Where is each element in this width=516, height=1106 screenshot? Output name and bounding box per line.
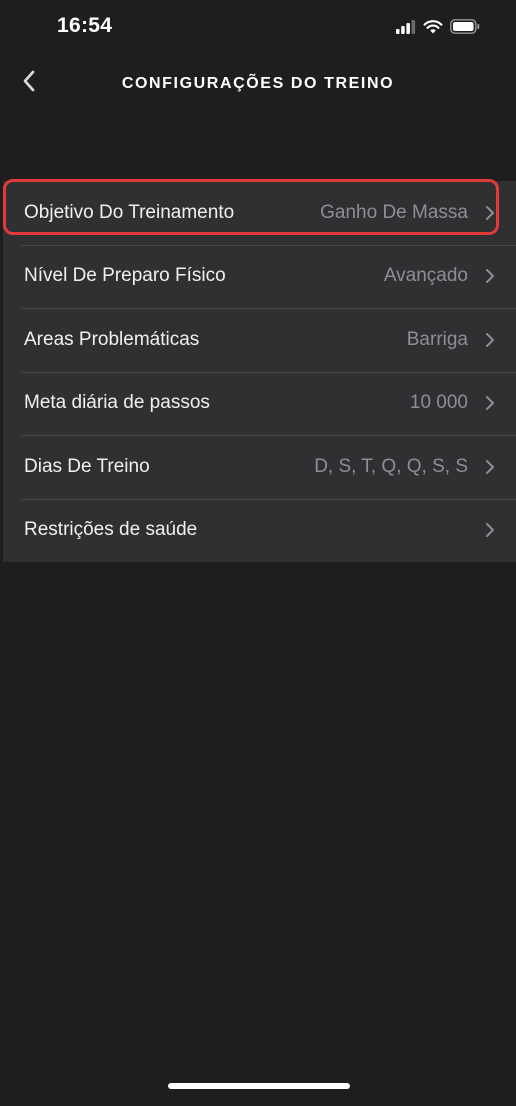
home-indicator[interactable] bbox=[168, 1083, 350, 1089]
chevron-right-icon bbox=[483, 393, 497, 413]
battery-icon bbox=[450, 19, 480, 39]
chevron-right-icon bbox=[483, 520, 497, 540]
chevron-right-icon bbox=[483, 457, 497, 477]
setting-value: D, S, T, Q, Q, S, S bbox=[314, 455, 468, 477]
setting-value: 10 000 bbox=[409, 392, 468, 414]
settings-list: Objetivo Do Treinamento Ganho De Massa N… bbox=[3, 181, 516, 562]
chevron-right-icon bbox=[483, 330, 497, 350]
chevron-right-icon bbox=[483, 266, 497, 286]
setting-value: Barriga bbox=[406, 328, 468, 350]
chevron-right-icon bbox=[483, 203, 497, 223]
setting-row-training-goal[interactable]: Objetivo Do Treinamento Ganho De Massa bbox=[3, 181, 516, 245]
navigation-bar: CONFIGURAÇÕES DO TREINO bbox=[0, 58, 516, 114]
setting-value: Avançado bbox=[383, 265, 468, 287]
cellular-signal-icon bbox=[396, 19, 416, 39]
setting-label: Areas Problemáticas bbox=[24, 328, 200, 350]
page-title: CONFIGURAÇÕES DO TREINO bbox=[121, 75, 395, 92]
status-bar: 16:54 bbox=[0, 0, 516, 54]
setting-row-problem-areas[interactable]: Areas Problemáticas Barriga bbox=[3, 308, 516, 372]
status-icons bbox=[396, 19, 480, 39]
setting-label: Meta diária de passos bbox=[24, 392, 210, 414]
setting-row-fitness-level[interactable]: Nível De Preparo Físico Avançado bbox=[3, 244, 516, 309]
setting-row-training-days[interactable]: Dias De Treino D, S, T, Q, Q, S, S bbox=[3, 435, 516, 499]
setting-label: Objetivo Do Treinamento bbox=[24, 201, 235, 223]
setting-row-health-restrictions[interactable]: Restrições de saúde bbox=[3, 498, 516, 563]
wifi-icon bbox=[423, 19, 443, 39]
setting-row-daily-steps-goal[interactable]: Meta diária de passos 10 000 bbox=[3, 371, 516, 436]
setting-label: Nível De Preparo Físico bbox=[24, 265, 226, 287]
status-time: 16:54 bbox=[57, 14, 113, 37]
setting-label: Restrições de saúde bbox=[24, 519, 198, 541]
setting-value: Ganho De Massa bbox=[320, 201, 468, 223]
setting-label: Dias De Treino bbox=[24, 455, 150, 477]
